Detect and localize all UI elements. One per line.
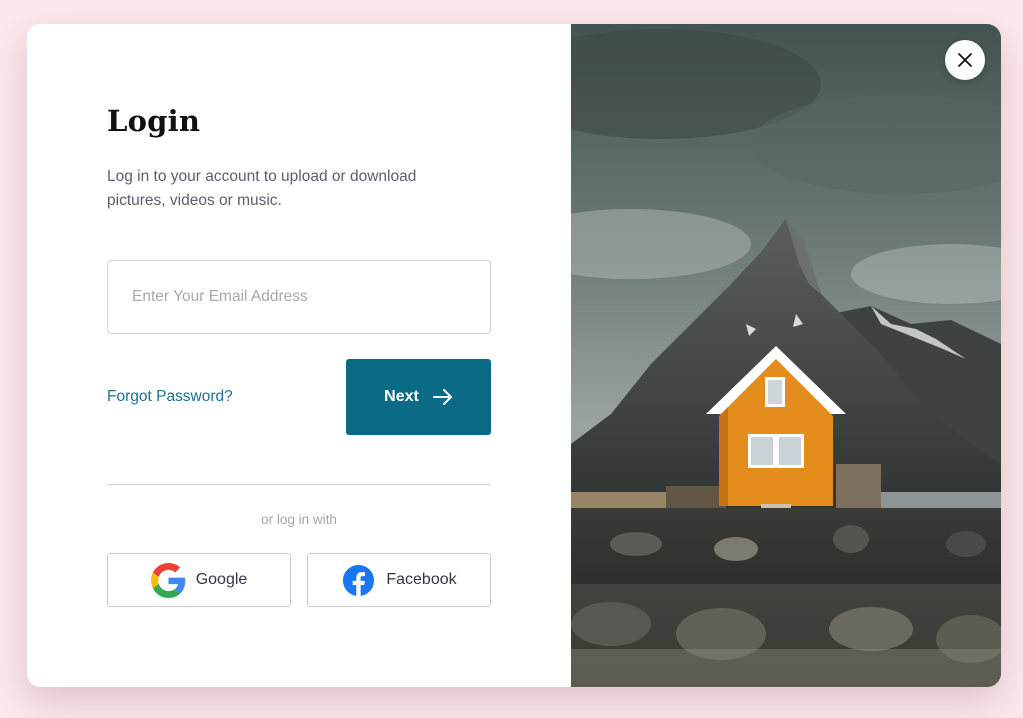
facebook-login-button[interactable]: Facebook <box>307 553 491 607</box>
login-description: Log in to your account to upload or down… <box>107 168 417 209</box>
divider <box>107 484 491 485</box>
next-button[interactable]: Next <box>346 359 491 435</box>
arrow-right-icon <box>432 389 452 405</box>
login-title: Login <box>107 104 201 138</box>
email-input[interactable] <box>132 288 490 306</box>
mountain-cabin-photo <box>571 24 1001 687</box>
login-modal: Login Log in to your account to upload o… <box>27 24 1001 687</box>
google-icon <box>150 562 185 598</box>
login-panel: Login Log in to your account to upload o… <box>27 24 571 687</box>
next-button-label: Next <box>384 388 419 405</box>
close-icon <box>958 53 972 67</box>
google-login-button[interactable]: Google <box>107 553 291 607</box>
forgot-password-link[interactable]: Forgot Password? <box>107 388 233 406</box>
close-button[interactable] <box>945 40 985 80</box>
email-field[interactable] <box>107 260 491 334</box>
or-log-in-with-text: or log in with <box>261 512 337 527</box>
facebook-button-label: Facebook <box>386 571 457 588</box>
google-button-label: Google <box>195 571 248 588</box>
facebook-icon <box>343 564 375 596</box>
hero-image <box>571 24 1001 687</box>
